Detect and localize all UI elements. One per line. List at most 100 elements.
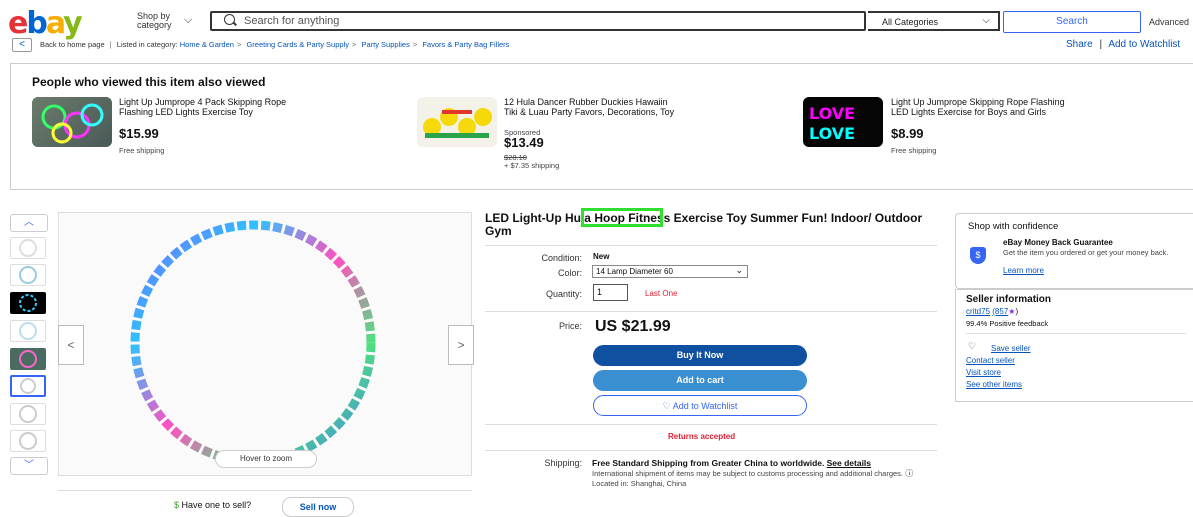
chevron-down-icon: ⌵ bbox=[982, 15, 990, 26]
divider bbox=[485, 424, 937, 425]
seller-name-row: critd75 (857★) bbox=[966, 307, 1019, 316]
also-viewed-title: People who viewed this item also viewed bbox=[32, 75, 266, 89]
add-to-cart-button[interactable]: Add to cart bbox=[593, 370, 807, 391]
item-location: Located in: Shanghai, China bbox=[592, 479, 687, 488]
seller-info-title: Seller information bbox=[966, 294, 1052, 305]
share-link[interactable]: Share bbox=[1066, 39, 1093, 50]
also-viewed-item-shipping: + $7.35 shipping bbox=[504, 161, 560, 170]
info-icon[interactable]: ⓘ bbox=[905, 469, 913, 478]
heart-icon: ♡ bbox=[662, 401, 671, 411]
chevron-down-icon: ⌄ bbox=[735, 265, 743, 275]
color-select[interactable]: 14 Lamp Diameter 60 ⌄ bbox=[592, 265, 748, 278]
jumprope-thumbnail[interactable]: LOVE LOVE bbox=[803, 97, 883, 147]
breadcrumb-item[interactable]: Party Supplies bbox=[361, 40, 409, 49]
divider bbox=[485, 450, 937, 451]
share-actions: Share | Add to Watchlist bbox=[1066, 39, 1180, 50]
breadcrumb-item[interactable]: Favors & Party Bag Fillers bbox=[422, 40, 509, 49]
also-viewed-item-title[interactable]: Light Up Jumprope Skipping Rope Flashing… bbox=[891, 97, 1066, 117]
dollar-icon: $ bbox=[174, 500, 180, 510]
guarantee-title: eBay Money Back Guarantee bbox=[1003, 238, 1113, 247]
stock-status: Last One bbox=[645, 289, 678, 298]
gallery-thumbnail[interactable] bbox=[10, 292, 46, 314]
rubber-ducks-thumbnail[interactable] bbox=[417, 97, 497, 147]
also-viewed-item-price: $8.99 bbox=[891, 126, 924, 141]
svg-text:LOVE: LOVE bbox=[809, 104, 855, 123]
jumprope-thumbnail[interactable] bbox=[32, 97, 112, 147]
price-label: Price: bbox=[558, 321, 582, 331]
chevron-down-icon[interactable]: ﹀ bbox=[10, 457, 48, 475]
listed-in-label: Listed in category: bbox=[116, 40, 178, 49]
condition-label: Condition: bbox=[541, 253, 582, 263]
next-image-button[interactable]: > bbox=[448, 325, 474, 365]
search-input[interactable] bbox=[244, 13, 844, 29]
chevron-down-icon[interactable]: ⌵ bbox=[184, 14, 192, 27]
breadcrumb-item[interactable]: Greeting Cards & Party Supply bbox=[246, 40, 349, 49]
quantity-label: Quantity: bbox=[545, 289, 582, 299]
separator: | bbox=[1099, 39, 1103, 50]
back-to-home-link[interactable]: Back to home page bbox=[40, 40, 105, 49]
hover-to-zoom-hint: Hover to zoom bbox=[215, 450, 317, 468]
add-to-watchlist-button[interactable]: ♡ Add to Watchlist bbox=[593, 395, 807, 416]
buy-it-now-button[interactable]: Buy It Now bbox=[593, 345, 807, 366]
main-product-image[interactable] bbox=[58, 212, 472, 476]
highlight-box bbox=[581, 208, 663, 227]
breadcrumb: Back to home page | Listed in category: … bbox=[40, 40, 510, 49]
gallery-thumbnail[interactable] bbox=[10, 430, 46, 452]
see-other-items-link[interactable]: See other items bbox=[966, 380, 1022, 389]
also-viewed-item-title[interactable]: 12 Hula Dancer Rubber Duckies Hawaiin Ti… bbox=[504, 97, 679, 117]
previous-image-button[interactable]: < bbox=[58, 325, 84, 365]
heart-icon[interactable]: ♡ bbox=[968, 341, 976, 352]
contact-seller-link[interactable]: Contact seller bbox=[966, 356, 1015, 365]
divider bbox=[485, 311, 937, 312]
sell-now-button[interactable]: Sell now bbox=[282, 497, 354, 517]
divider bbox=[58, 490, 472, 491]
condition-value: New bbox=[593, 252, 610, 261]
visit-store-link[interactable]: Visit store bbox=[966, 368, 1001, 377]
guarantee-text: Get the item you ordered or get your mon… bbox=[1003, 248, 1169, 257]
svg-text:LOVE: LOVE bbox=[809, 124, 855, 143]
confidence-title: Shop with confidence bbox=[968, 221, 1059, 232]
shipping-label: Shipping: bbox=[544, 458, 582, 468]
also-viewed-item-shipping: Free shipping bbox=[891, 146, 937, 155]
divider bbox=[485, 245, 937, 246]
page-title: LED Light-Up Hula Hoop Fitness Exercise … bbox=[485, 211, 923, 238]
search-button[interactable]: Search bbox=[1003, 11, 1141, 33]
color-selected: 14 Lamp Diameter 60 bbox=[596, 267, 673, 276]
also-viewed-item-title[interactable]: Light Up Jumprope 4 Pack Skipping Rope F… bbox=[119, 97, 294, 117]
seller-name-link[interactable]: critd75 bbox=[966, 307, 990, 316]
sell-prompt: $ Have one to sell? bbox=[174, 500, 251, 510]
gallery-thumbnail[interactable] bbox=[10, 348, 46, 370]
advanced-search-link[interactable]: Advanced bbox=[1149, 17, 1189, 27]
save-seller-link[interactable]: Save seller bbox=[991, 344, 1031, 353]
also-viewed-item-price: $15.99 bbox=[119, 126, 159, 141]
shipping-info: Free Standard Shipping from Greater Chin… bbox=[592, 458, 937, 489]
search-icon bbox=[224, 14, 235, 25]
add-to-watchlist-label: Add to Watchlist bbox=[672, 401, 738, 411]
breadcrumb-item[interactable]: Home & Garden bbox=[180, 40, 234, 49]
shipping-text: Free Standard Shipping from Greater Chin… bbox=[592, 458, 825, 468]
gallery-thumbnail[interactable] bbox=[10, 264, 46, 286]
also-viewed-item-price: $13.49 bbox=[504, 135, 544, 150]
see-details-link[interactable]: See details bbox=[827, 458, 871, 468]
color-label: Color: bbox=[557, 268, 582, 278]
gallery-thumbnail-selected[interactable] bbox=[10, 375, 46, 397]
category-label: All Categories bbox=[882, 17, 939, 27]
quantity-input[interactable]: 1 bbox=[593, 284, 628, 301]
chevron-up-icon[interactable]: ︿ bbox=[10, 214, 48, 232]
shield-icon: $ bbox=[970, 247, 986, 264]
international-note: International shipment of items may be s… bbox=[592, 469, 904, 478]
gallery-thumbnail[interactable] bbox=[10, 237, 46, 259]
returns-status: Returns accepted bbox=[668, 432, 736, 441]
back-arrow-icon[interactable]: < bbox=[12, 38, 32, 52]
price: US $21.99 bbox=[595, 318, 671, 335]
add-to-watchlist-link[interactable]: Add to Watchlist bbox=[1108, 39, 1180, 50]
ebay-logo[interactable]: ebay bbox=[8, 6, 83, 41]
divider bbox=[966, 333, 1186, 334]
also-viewed-item-shipping: Free shipping bbox=[119, 146, 165, 155]
category-select[interactable]: All Categories ⌵ bbox=[868, 11, 1000, 31]
shop-by-category[interactable]: Shop by category bbox=[137, 12, 181, 30]
learn-more-link[interactable]: Learn more bbox=[1003, 266, 1044, 275]
gallery-thumbnail[interactable] bbox=[10, 403, 46, 425]
gallery-thumbnail[interactable] bbox=[10, 320, 46, 342]
feedback-score-link[interactable]: (857 bbox=[992, 307, 1008, 316]
